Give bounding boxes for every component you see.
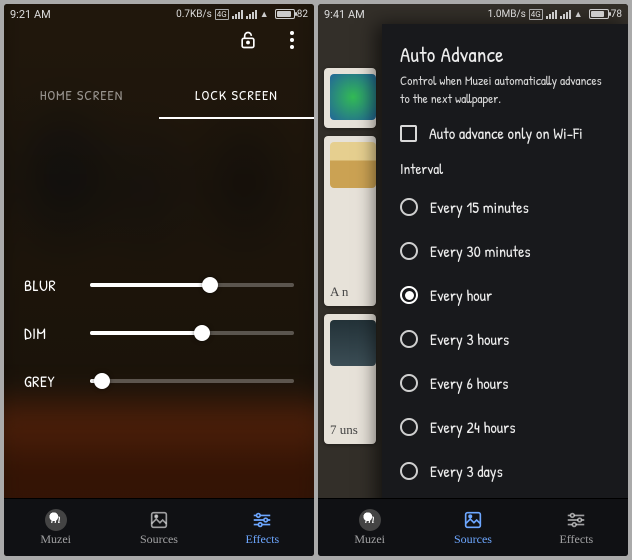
radio-label: Every 3 hours	[430, 328, 509, 350]
tab-lock-screen[interactable]: LOCK SCREEN	[159, 70, 314, 119]
slider-dim[interactable]: DIM	[24, 322, 294, 344]
wifi-icon	[574, 9, 586, 19]
radio-icon	[400, 462, 418, 480]
nav-sources[interactable]: Sources	[107, 499, 210, 556]
checkbox-icon	[400, 125, 417, 142]
screen-effects: 9:21 AM 0.7KB/s 4G 82	[4, 4, 314, 556]
signal-icon	[546, 10, 557, 19]
radio-label: Every 24 hours	[430, 416, 516, 438]
sources-icon	[462, 509, 484, 531]
bottom-nav: Muzei Sources Effects	[318, 498, 628, 556]
battery-indicator: 82	[275, 9, 308, 20]
battery-indicator: 78	[589, 9, 622, 20]
nav-muzei[interactable]: Muzei	[318, 499, 421, 556]
slider-label-grey: GREY	[24, 370, 76, 392]
radio-label: Every 6 hours	[430, 372, 508, 394]
status-net-speed: 0.7KB/s	[176, 9, 212, 20]
nav-effects[interactable]: Effects	[211, 499, 314, 556]
slider-label-dim: DIM	[24, 322, 76, 344]
nav-muzei-label: Muzei	[40, 532, 71, 547]
auto-advance-sheet: Auto Advance Control when Muzei automati…	[382, 24, 628, 556]
tab-home-screen[interactable]: HOME SCREEN	[4, 70, 159, 119]
nav-effects-label: Effects	[559, 532, 593, 547]
status-bar: 9:21 AM 0.7KB/s 4G 82	[4, 4, 314, 24]
radio-label: Every 15 minutes	[430, 196, 529, 218]
status-bar: 9:41 AM 1.0MB/s 4G 78	[318, 4, 628, 24]
signal-icon	[232, 10, 243, 19]
sources-list-peek: A n 7 uns	[318, 24, 382, 498]
status-time: 9:21 AM	[10, 8, 51, 21]
source-thumb-icon	[330, 142, 376, 188]
interval-option-6h[interactable]: Every 6 hours	[400, 365, 612, 401]
slider-label-blur: BLUR	[24, 274, 76, 296]
source-card[interactable]: 7 uns	[324, 314, 376, 444]
signal-icon-2	[246, 10, 257, 19]
source-caption: 7 uns	[330, 422, 376, 438]
sources-icon	[148, 509, 170, 531]
muzei-logo-icon	[45, 509, 67, 531]
checkbox-label: Auto advance only on Wi-Fi	[429, 122, 583, 144]
status-net-badge: 4G	[529, 9, 543, 20]
sheet-subtitle: Control when Muzei automatically advance…	[400, 73, 612, 108]
effects-icon	[565, 509, 587, 531]
nav-effects[interactable]: Effects	[525, 499, 628, 556]
radio-label: Every hour	[430, 284, 492, 306]
more-icon[interactable]	[280, 28, 304, 52]
interval-heading: Interval	[400, 158, 612, 179]
slider-blur[interactable]: BLUR	[24, 274, 294, 296]
radio-icon	[400, 286, 418, 304]
lock-open-icon[interactable]	[236, 28, 260, 52]
bottom-nav: Muzei Sources Effects	[4, 498, 314, 556]
status-net-badge: 4G	[215, 9, 229, 20]
status-time: 9:41 AM	[324, 8, 365, 21]
nav-sources[interactable]: Sources	[421, 499, 524, 556]
effects-icon	[251, 509, 273, 531]
radio-icon	[400, 242, 418, 260]
source-card[interactable]	[324, 68, 376, 128]
nav-muzei-label: Muzei	[354, 532, 385, 547]
nav-sources-label: Sources	[454, 532, 492, 547]
interval-option-24h[interactable]: Every 24 hours	[400, 409, 612, 445]
interval-options: Every 15 minutes Every 30 minutes Every …	[400, 189, 612, 533]
source-caption: A n	[330, 284, 376, 300]
interval-option-3d[interactable]: Every 3 days	[400, 453, 612, 489]
source-card[interactable]: A n	[324, 136, 376, 306]
radio-icon	[400, 418, 418, 436]
source-thumb-icon	[330, 320, 376, 366]
interval-option-1h[interactable]: Every hour	[400, 277, 612, 313]
slider-grey[interactable]: GREY	[24, 370, 294, 392]
nav-effects-label: Effects	[245, 532, 279, 547]
radio-icon	[400, 374, 418, 392]
source-thumb-icon	[330, 74, 376, 120]
radio-label: Every 30 minutes	[430, 240, 531, 262]
sliders-group: BLUR DIM GREY	[24, 274, 294, 392]
nav-sources-label: Sources	[140, 532, 178, 547]
effects-tabs: HOME SCREEN LOCK SCREEN	[4, 70, 314, 119]
interval-option-30m[interactable]: Every 30 minutes	[400, 233, 612, 269]
wifi-only-checkbox[interactable]: Auto advance only on Wi-Fi	[400, 122, 612, 144]
screen-auto-advance: 9:41 AM 1.0MB/s 4G 78 A n	[318, 4, 628, 556]
wifi-icon	[260, 9, 272, 19]
muzei-logo-icon	[359, 509, 381, 531]
radio-icon	[400, 330, 418, 348]
radio-label: Every 3 days	[430, 460, 503, 482]
interval-option-3h[interactable]: Every 3 hours	[400, 321, 612, 357]
status-net-speed: 1.0MB/s	[488, 9, 526, 20]
nav-muzei[interactable]: Muzei	[4, 499, 107, 556]
sheet-title: Auto Advance	[400, 40, 612, 69]
signal-icon-2	[560, 10, 571, 19]
radio-icon	[400, 198, 418, 216]
interval-option-15m[interactable]: Every 15 minutes	[400, 189, 612, 225]
